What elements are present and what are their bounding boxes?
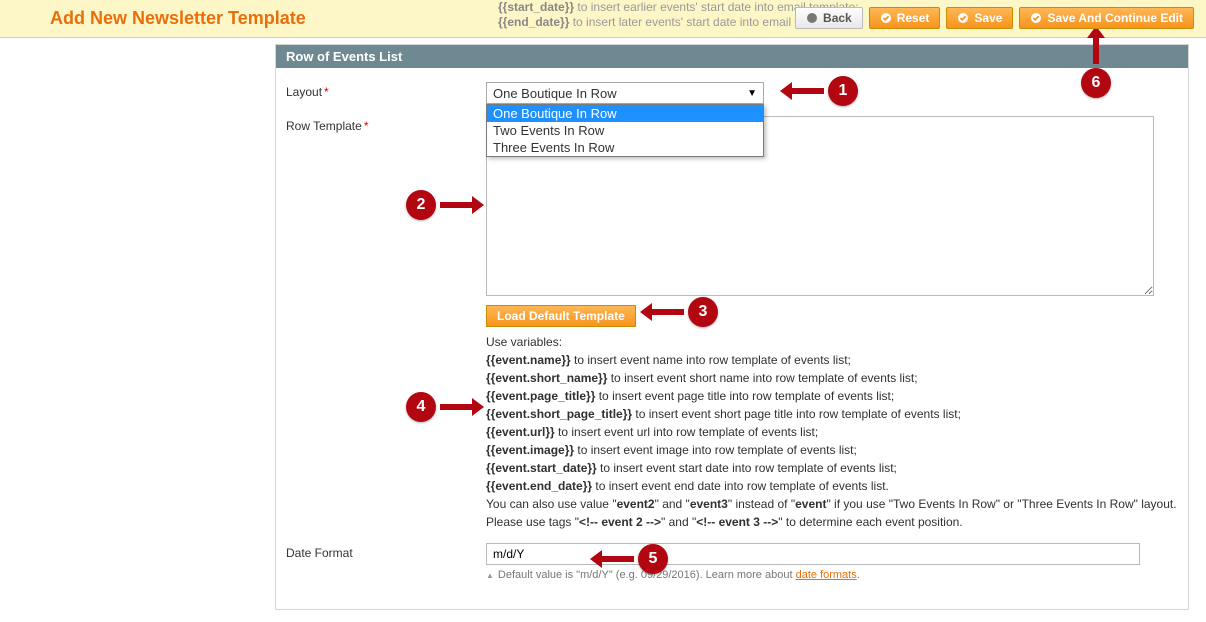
layout-select[interactable]: One Boutique In Row ▼ One Boutique In Ro… bbox=[486, 82, 764, 104]
check-circle-icon bbox=[957, 12, 969, 24]
reset-label: Reset bbox=[897, 11, 930, 25]
var-event-short-page-title: {{event.short_page_title}} bbox=[486, 407, 632, 421]
back-label: Back bbox=[823, 11, 852, 25]
date-format-label-text: Date Format bbox=[286, 546, 353, 560]
load-default-template-button[interactable]: Load Default Template bbox=[486, 305, 636, 327]
required-marker: * bbox=[322, 85, 329, 99]
var-event-name: {{event.name}} bbox=[486, 353, 571, 367]
var-event-end-date: {{event.end_date}} bbox=[486, 479, 592, 493]
hint-var-end-date: {{end_date}} bbox=[498, 15, 569, 29]
layout-option-three-events[interactable]: Three Events In Row bbox=[487, 139, 763, 156]
save-continue-label: Save And Continue Edit bbox=[1047, 11, 1183, 25]
var-event-start-date: {{event.start_date}} bbox=[486, 461, 597, 475]
reset-button[interactable]: Reset bbox=[869, 7, 941, 29]
required-marker: * bbox=[362, 119, 369, 133]
panel-title: Row of Events List bbox=[276, 45, 1188, 68]
page-title: Add New Newsletter Template bbox=[50, 8, 306, 29]
help-tags-event2: <!-- event 2 --> bbox=[579, 515, 661, 529]
layout-label-text: Layout bbox=[286, 85, 322, 99]
help-tags-pre: Please use tags " bbox=[486, 515, 579, 529]
layout-option-one-boutique[interactable]: One Boutique In Row bbox=[487, 105, 763, 122]
help-also-pre: You can also use value " bbox=[486, 497, 617, 511]
help-tags-event3: <!-- event 3 --> bbox=[696, 515, 778, 529]
help-also-mid1: " and " bbox=[655, 497, 690, 511]
chevron-down-icon: ▼ bbox=[747, 88, 757, 99]
var-event-url-text: to insert event url into row template of… bbox=[555, 425, 818, 439]
var-event-start-date-text: to insert event start date into row temp… bbox=[597, 461, 897, 475]
help-intro: Use variables: bbox=[486, 333, 1178, 351]
layout-select-display[interactable]: One Boutique In Row ▼ bbox=[486, 82, 764, 104]
triangle-icon: ▲ bbox=[486, 571, 494, 580]
layout-label: Layout* bbox=[286, 82, 486, 99]
row-template-label-text: Row Template bbox=[286, 119, 362, 133]
date-format-note-suffix: . bbox=[857, 569, 860, 581]
check-circle-icon bbox=[880, 12, 892, 24]
var-event-image-text: to insert event image into row template … bbox=[574, 443, 857, 457]
help-also-event3: event3 bbox=[690, 497, 728, 511]
var-event-short-page-title-text: to insert event short page title into ro… bbox=[632, 407, 961, 421]
date-format-note: ▲ Default value is "m/d/Y" (e.g. 09/29/20… bbox=[486, 569, 1178, 581]
row-template-label: Row Template* bbox=[286, 116, 486, 133]
save-continue-button[interactable]: Save And Continue Edit bbox=[1019, 7, 1194, 29]
help-also-mid2: " instead of " bbox=[728, 497, 795, 511]
back-arrow-icon bbox=[806, 12, 818, 24]
layout-select-value: One Boutique In Row bbox=[493, 86, 617, 101]
help-also-post: " if you use "Two Events In Row" or "Thr… bbox=[826, 497, 1176, 511]
var-event-image: {{event.image}} bbox=[486, 443, 574, 457]
var-event-url: {{event.url}} bbox=[486, 425, 555, 439]
date-formats-link[interactable]: date formats bbox=[796, 569, 857, 581]
row-date-format: Date Format ▲ Default value is "m/d/Y" (e… bbox=[286, 543, 1178, 581]
layout-select-dropdown: One Boutique In Row Two Events In Row Th… bbox=[486, 104, 764, 157]
date-format-input[interactable] bbox=[486, 543, 1140, 565]
layout-option-two-events[interactable]: Two Events In Row bbox=[487, 122, 763, 139]
var-event-name-text: to insert event name into row template o… bbox=[571, 353, 851, 367]
row-layout: Layout* One Boutique In Row ▼ One Boutiq… bbox=[286, 82, 1178, 104]
date-format-label: Date Format bbox=[286, 543, 486, 560]
help-also-event2: event2 bbox=[617, 497, 655, 511]
back-button[interactable]: Back bbox=[795, 7, 863, 29]
var-event-short-name: {{event.short_name}} bbox=[486, 371, 607, 385]
panel-body: Layout* One Boutique In Row ▼ One Boutiq… bbox=[276, 68, 1188, 609]
save-label: Save bbox=[974, 11, 1002, 25]
page-header: Add New Newsletter Template {{start_date… bbox=[0, 0, 1206, 38]
row-template-help: Use variables: {{event.name}} to insert … bbox=[486, 333, 1178, 531]
toolbar: Back Reset Save Save And Continue Edit bbox=[795, 7, 1194, 29]
form-panel: Row of Events List Layout* One Boutique … bbox=[275, 44, 1189, 610]
hint-var-start-date: {{start_date}} bbox=[498, 0, 574, 14]
var-event-end-date-text: to insert event end date into row templa… bbox=[592, 479, 889, 493]
load-default-template-label: Load Default Template bbox=[497, 309, 625, 323]
sidebar-placeholder bbox=[0, 38, 275, 622]
save-button[interactable]: Save bbox=[946, 7, 1013, 29]
help-also-event: event bbox=[795, 497, 826, 511]
var-event-page-title: {{event.page_title}} bbox=[486, 389, 595, 403]
var-event-page-title-text: to insert event page title into row temp… bbox=[595, 389, 894, 403]
var-event-short-name-text: to insert event short name into row temp… bbox=[607, 371, 917, 385]
check-circle-icon bbox=[1030, 12, 1042, 24]
help-tags-post: " to determine each event position. bbox=[778, 515, 962, 529]
help-tags-mid: " and " bbox=[661, 515, 696, 529]
row-template: Row Template* Load Default Template Use … bbox=[286, 116, 1178, 531]
date-format-note-text: Default value is "m/d/Y" (e.g. 09/29/201… bbox=[498, 569, 796, 581]
